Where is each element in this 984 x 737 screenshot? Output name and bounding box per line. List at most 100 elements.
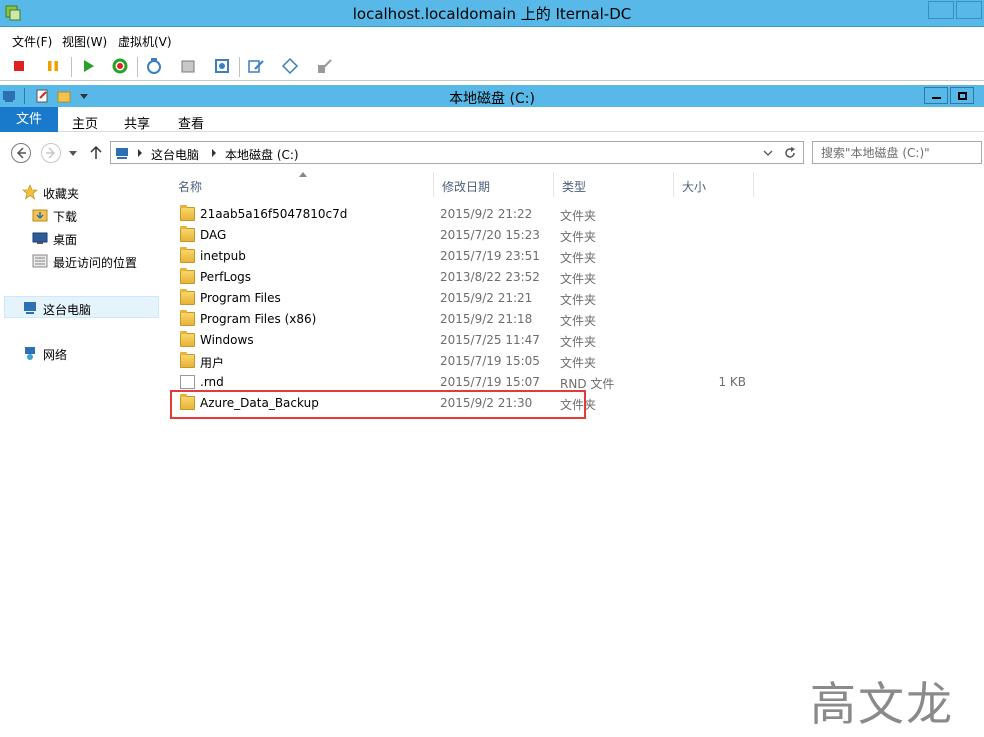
column-header-date[interactable]: 修改日期 xyxy=(434,172,554,197)
up-arrow-icon[interactable] xyxy=(89,145,103,161)
nav-item-downloads[interactable]: 下载 xyxy=(0,204,160,226)
nav-label: 桌面 xyxy=(53,233,78,247)
desktop-icon xyxy=(32,232,48,244)
search-input[interactable] xyxy=(813,142,973,163)
explorer-title-bar: 本地磁盘 (C:) xyxy=(0,85,984,107)
arrow-right-icon xyxy=(46,147,56,159)
nav-label: 网络 xyxy=(43,348,68,362)
menu-view[interactable]: 视图(W) xyxy=(62,33,107,50)
nav-label: 最近访问的位置 xyxy=(53,256,138,270)
file-date: 2015/7/19 15:07 xyxy=(440,375,540,389)
address-row: 这台电脑 本地磁盘 (C:) xyxy=(0,138,984,168)
edit-settings-icon[interactable] xyxy=(247,57,265,75)
explorer-restore-button[interactable] xyxy=(950,87,974,104)
stop-icon[interactable] xyxy=(10,57,28,75)
forward-button[interactable] xyxy=(41,143,61,163)
pause-icon[interactable] xyxy=(44,57,62,75)
revert-snapshot-icon[interactable] xyxy=(179,57,197,75)
file-name: 用户 xyxy=(200,356,225,370)
vm-menu-bar: 文件(F) 视图(W) 虚拟机(V) xyxy=(0,27,984,51)
column-header-name[interactable]: 名称 xyxy=(170,172,434,197)
folder-icon xyxy=(180,268,195,284)
file-row[interactable]: Windows 2015/7/25 11:47 文件夹 xyxy=(170,330,760,351)
file-row[interactable]: 用户 2015/7/19 15:05 文件夹 xyxy=(170,351,760,372)
connect-device-icon[interactable] xyxy=(315,57,333,75)
tab-file[interactable]: 文件 xyxy=(0,107,58,132)
breadcrumb-chevron-icon[interactable] xyxy=(211,149,217,157)
file-name: Program Files (x86) xyxy=(200,312,317,326)
file-date: 2015/9/2 21:22 xyxy=(440,207,533,221)
vm-maximize-button[interactable] xyxy=(956,1,982,19)
nav-item-desktop[interactable]: 桌面 xyxy=(0,227,160,249)
back-button[interactable] xyxy=(11,143,31,163)
menu-file[interactable]: 文件(F) xyxy=(12,33,52,50)
recent-places-icon xyxy=(32,254,48,268)
vm-window-title: localhost.localdomain 上的 Iternal-DC xyxy=(352,5,632,23)
file-row[interactable]: DAG 2015/7/20 15:23 文件夹 xyxy=(170,225,760,246)
address-history-chevron-icon[interactable] xyxy=(763,150,773,157)
file-row[interactable]: inetpub 2015/7/19 23:51 文件夹 xyxy=(170,246,760,267)
watermark: 高文龙 xyxy=(810,677,954,731)
file-row[interactable]: 21aab5a16f5047810c7d 2015/9/2 21:22 文件夹 xyxy=(170,204,760,225)
downloads-folder-icon xyxy=(32,209,48,222)
tab-share[interactable]: 共享 xyxy=(124,113,150,132)
tab-view[interactable]: 查看 xyxy=(178,113,204,132)
nav-item-favorites[interactable]: 收藏夹 xyxy=(0,181,160,203)
vm-toolbar xyxy=(0,51,984,81)
highlight-box xyxy=(170,390,586,419)
file-type: 文件夹 xyxy=(560,335,597,349)
explorer-window-title: 本地磁盘 (C:) xyxy=(449,91,535,107)
network-icon xyxy=(25,347,35,360)
vm-tools-icon[interactable] xyxy=(281,57,299,75)
folder-icon xyxy=(180,310,195,326)
search-box[interactable] xyxy=(812,141,982,164)
file-name: inetpub xyxy=(200,249,246,263)
file-name: Program Files xyxy=(200,291,281,305)
play-icon[interactable] xyxy=(79,57,97,75)
file-date: 2015/7/19 15:05 xyxy=(440,354,540,368)
file-type: 文件夹 xyxy=(560,314,597,328)
folder-icon xyxy=(180,289,195,305)
this-pc-icon xyxy=(24,302,36,314)
address-bar[interactable]: 这台电脑 本地磁盘 (C:) xyxy=(110,141,804,164)
breadcrumb-local-disk[interactable]: 本地磁盘 (C:) xyxy=(225,146,299,163)
folder-icon xyxy=(180,205,195,221)
file-date: 2013/8/22 23:52 xyxy=(440,270,540,284)
nav-item-recent[interactable]: 最近访问的位置 xyxy=(0,250,160,272)
column-header-type[interactable]: 类型 xyxy=(554,172,674,197)
file-row[interactable]: Program Files (x86) 2015/9/2 21:18 文件夹 xyxy=(170,309,760,330)
file-date: 2015/9/2 21:18 xyxy=(440,312,533,326)
file-date: 2015/7/20 15:23 xyxy=(440,228,540,242)
recent-locations-chevron-icon[interactable] xyxy=(68,149,78,157)
file-name: PerfLogs xyxy=(200,270,252,284)
tab-home[interactable]: 主页 xyxy=(72,113,98,132)
refresh-icon[interactable] xyxy=(783,146,797,160)
nav-item-this-pc[interactable]: 这台电脑 xyxy=(4,296,159,318)
breadcrumb-this-pc[interactable]: 这台电脑 xyxy=(151,146,199,163)
vm-title-bar: localhost.localdomain 上的 Iternal-DC xyxy=(0,0,984,27)
nav-item-network[interactable]: 网络 xyxy=(0,342,160,364)
folder-icon xyxy=(180,352,195,368)
menu-vm[interactable]: 虚拟机(V) xyxy=(118,33,172,50)
file-type: 文件夹 xyxy=(560,272,597,286)
file-type: 文件夹 xyxy=(560,356,597,370)
snapshot-manager-icon[interactable] xyxy=(213,57,231,75)
breadcrumb-chevron-icon[interactable] xyxy=(137,149,143,157)
file-date: 2015/7/19 23:51 xyxy=(440,249,540,263)
column-header-label: 名称 xyxy=(178,180,203,194)
explorer-minimize-button[interactable] xyxy=(924,87,948,104)
column-header-size[interactable]: 大小 xyxy=(674,172,754,197)
file-date: 2015/7/25 11:47 xyxy=(440,333,540,347)
nav-label: 下载 xyxy=(53,210,78,224)
file-row[interactable]: PerfLogs 2013/8/22 23:52 文件夹 xyxy=(170,267,760,288)
file-size: 1 KB xyxy=(718,375,746,389)
column-header-label: 修改日期 xyxy=(442,180,491,194)
file-name: .rnd xyxy=(200,375,224,389)
vm-minimize-button[interactable] xyxy=(928,1,954,19)
file-row[interactable]: Program Files 2015/9/2 21:21 文件夹 xyxy=(170,288,760,309)
ribbon-tabs: 文件 主页 共享 查看 xyxy=(0,107,984,132)
file-type: 文件夹 xyxy=(560,209,597,223)
nav-label: 这台电脑 xyxy=(43,303,92,317)
reset-icon[interactable] xyxy=(111,57,129,75)
snapshot-icon[interactable] xyxy=(145,57,163,75)
